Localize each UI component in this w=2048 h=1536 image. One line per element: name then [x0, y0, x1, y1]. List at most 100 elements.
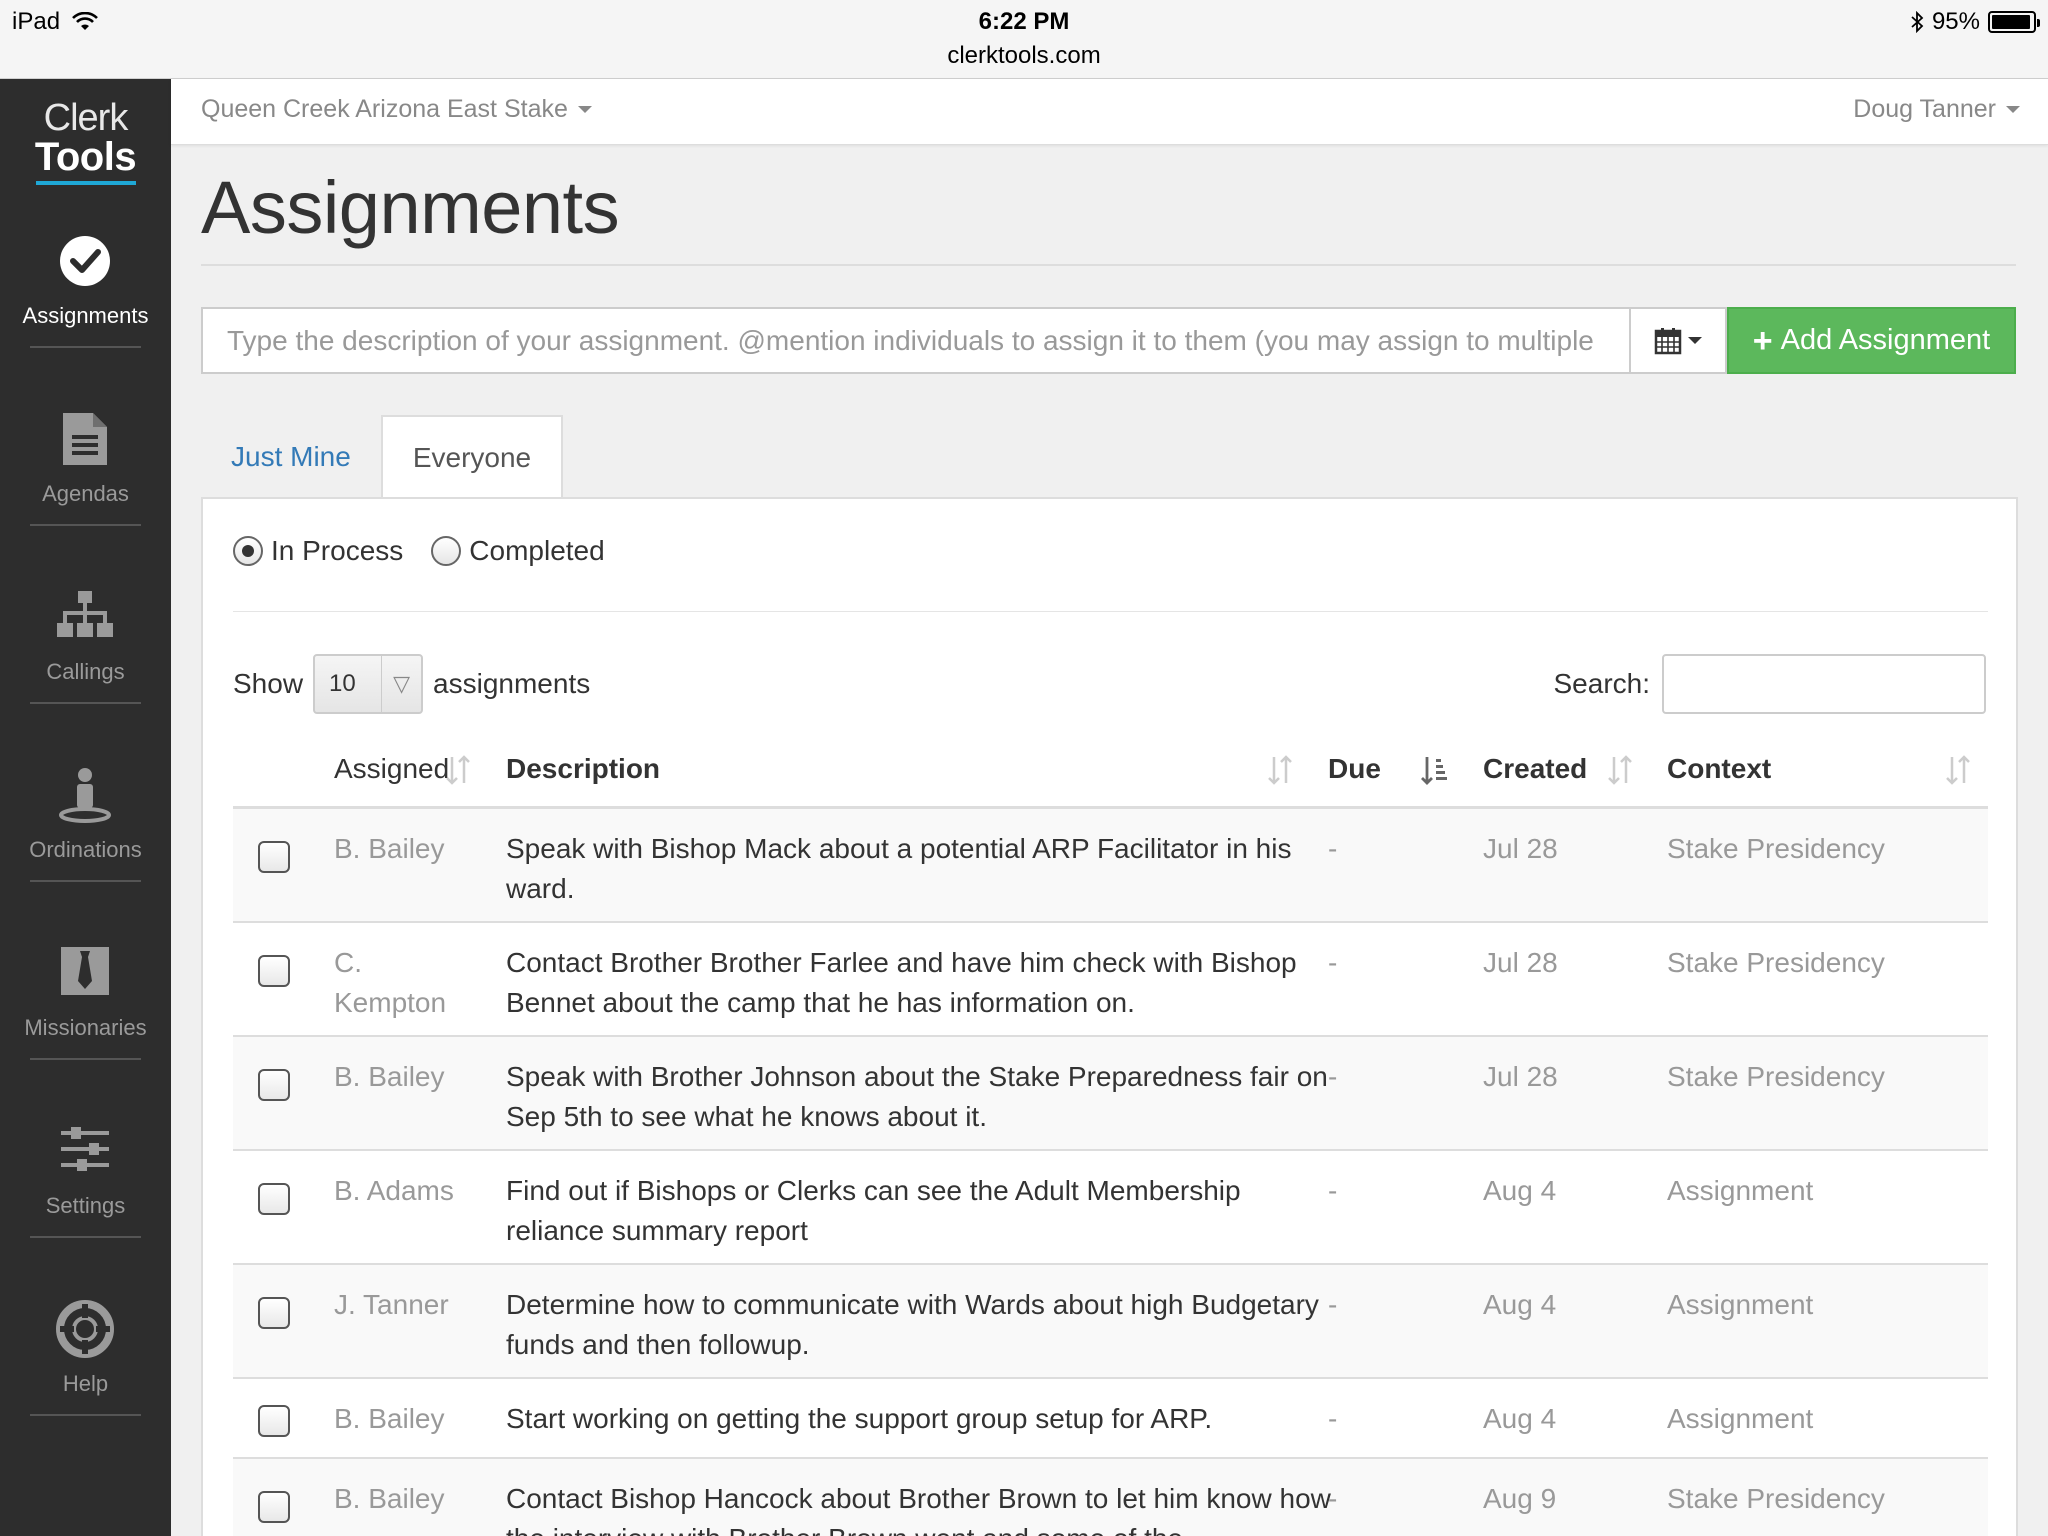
- add-assignment-button[interactable]: + Add Assignment: [1727, 307, 2016, 374]
- top-bar: Queen Creek Arizona East Stake Doug Tann…: [171, 79, 2048, 145]
- caret-down-icon: [2006, 106, 2020, 113]
- row-checkbox[interactable]: [258, 1183, 290, 1215]
- sidebar-divider: [30, 524, 141, 526]
- row-context: Assignment: [1667, 1289, 1814, 1320]
- row-due: -: [1328, 1483, 1338, 1514]
- row-checkbox[interactable]: [258, 1491, 290, 1523]
- search-input[interactable]: [1662, 654, 1986, 714]
- browser-url[interactable]: clerktools.com: [0, 42, 2048, 70]
- row-due: -: [1328, 1289, 1338, 1320]
- battery-percent: 95%: [1931, 8, 1980, 35]
- stake-dropdown[interactable]: Queen Creek Arizona East Stake: [201, 95, 592, 124]
- sidebar-item-ordinations[interactable]: Ordinations: [0, 733, 171, 911]
- logo-line2: Tools: [34, 135, 137, 179]
- row-context: Stake Presidency: [1667, 1483, 1885, 1514]
- sidebar-item-settings[interactable]: Settings: [0, 1089, 171, 1267]
- row-checkbox[interactable]: [258, 1405, 290, 1437]
- filter-in-process[interactable]: In Process: [233, 535, 403, 567]
- clerktools-logo[interactable]: Clerk Tools: [0, 99, 171, 185]
- row-created: Aug 4: [1483, 1403, 1557, 1434]
- missionary-tie-icon: [61, 947, 109, 995]
- title-divider: [201, 264, 2016, 266]
- row-context: Stake Presidency: [1667, 1061, 1885, 1092]
- row-created: Jul 28: [1483, 833, 1558, 864]
- row-checkbox[interactable]: [258, 1069, 290, 1101]
- add-assignment-label: Add Assignment: [1780, 324, 1991, 356]
- sidebar-item-label: Missionaries: [24, 1015, 147, 1040]
- page-title: Assignments: [201, 166, 620, 249]
- check-circle-icon: [60, 236, 110, 286]
- sort-icon[interactable]: [1605, 753, 1635, 787]
- row-context: Assignment: [1667, 1403, 1814, 1434]
- person-icon: [59, 768, 111, 823]
- table-search: Search:: [1554, 654, 1986, 714]
- header-due[interactable]: Due: [1328, 753, 1381, 785]
- sort-icon[interactable]: [1943, 753, 1973, 787]
- row-due: -: [1328, 1403, 1338, 1434]
- row-checkbox[interactable]: [258, 955, 290, 987]
- row-checkbox[interactable]: [258, 1297, 290, 1329]
- row-description: Determine how to communicate with Wards …: [506, 1289, 1319, 1360]
- table-row: B. Bailey Start working on getting the s…: [233, 1379, 1988, 1459]
- sliders-icon: [61, 1127, 109, 1171]
- page-length-control: Show 10 ▽ assignments: [233, 654, 590, 714]
- table-header: Assigned Description Due Created Context: [233, 739, 1988, 809]
- sidebar-divider: [30, 1236, 141, 1238]
- table-row: B. Bailey Speak with Bishop Mack about a…: [233, 809, 1988, 923]
- sidebar: Clerk Tools Assignments Agendas Callings…: [0, 79, 171, 1536]
- user-dropdown[interactable]: Doug Tanner: [1853, 95, 2020, 124]
- header-description[interactable]: Description: [506, 753, 660, 785]
- sidebar-divider: [30, 1414, 141, 1416]
- table-row: C. Kempton Contact Brother Brother Farle…: [233, 923, 1988, 1037]
- page-length-select[interactable]: 10 ▽: [313, 654, 424, 714]
- org-chart-icon: [57, 591, 113, 637]
- show-label: Show: [233, 668, 304, 699]
- tab-just-mine[interactable]: Just Mine: [201, 415, 381, 498]
- radio-completed[interactable]: [431, 536, 462, 566]
- ios-status-bar: iPad 6:22 PM clerktools.com 95%: [0, 0, 2048, 79]
- battery-icon: [1988, 11, 2040, 33]
- row-due: -: [1328, 1061, 1338, 1092]
- row-due: -: [1328, 947, 1338, 978]
- sidebar-item-label: Callings: [46, 659, 125, 684]
- assignment-description-input[interactable]: [201, 307, 1629, 374]
- sidebar-item-callings[interactable]: Callings: [0, 555, 171, 733]
- sidebar-item-help[interactable]: Help: [0, 1267, 171, 1445]
- sidebar-item-assignments[interactable]: Assignments: [0, 199, 171, 377]
- status-time: 6:22 PM: [978, 8, 1070, 35]
- table-row: B. Adams Find out if Bishops or Clerks c…: [233, 1151, 1988, 1265]
- row-due: -: [1328, 833, 1338, 864]
- row-context: Assignment: [1667, 1175, 1814, 1206]
- logo-underline: [35, 181, 136, 185]
- row-checkbox[interactable]: [258, 841, 290, 873]
- sort-ascending-icon[interactable]: [1419, 753, 1449, 787]
- sidebar-divider: [30, 346, 141, 348]
- assignment-tabs: Just Mine Everyone: [201, 415, 564, 498]
- radio-in-process[interactable]: [233, 536, 263, 566]
- filter-label: Completed: [469, 535, 605, 566]
- row-assigned: B. Bailey: [334, 833, 445, 864]
- row-assigned: B. Adams: [334, 1175, 454, 1206]
- sort-icon[interactable]: [1265, 753, 1295, 787]
- row-context: Stake Presidency: [1667, 947, 1885, 978]
- chevron-down-icon: ▽: [381, 656, 421, 712]
- filter-completed[interactable]: Completed: [431, 535, 605, 567]
- sidebar-item-missionaries[interactable]: Missionaries: [0, 911, 171, 1089]
- calendar-icon: [1654, 327, 1682, 354]
- header-assigned[interactable]: Assigned: [334, 753, 449, 785]
- row-due: -: [1328, 1175, 1338, 1206]
- table-row: B. Bailey Contact Bishop Hancock about B…: [233, 1459, 1988, 1536]
- sidebar-item-label: Agendas: [42, 481, 129, 506]
- tab-everyone[interactable]: Everyone: [380, 415, 564, 498]
- sidebar-item-label: Ordinations: [29, 837, 142, 862]
- sidebar-item-label: Help: [62, 1371, 109, 1396]
- sidebar-item-label: Assignments: [22, 303, 149, 328]
- due-date-button[interactable]: [1629, 307, 1727, 374]
- header-context[interactable]: Context: [1667, 753, 1771, 785]
- row-description: Speak with Bishop Mack about a potential…: [506, 833, 1292, 904]
- stake-name: Queen Creek Arizona East Stake: [201, 95, 568, 123]
- header-created[interactable]: Created: [1483, 753, 1587, 785]
- sidebar-item-agendas[interactable]: Agendas: [0, 377, 171, 555]
- sort-icon[interactable]: [443, 753, 473, 787]
- bluetooth-icon: [1911, 11, 1924, 33]
